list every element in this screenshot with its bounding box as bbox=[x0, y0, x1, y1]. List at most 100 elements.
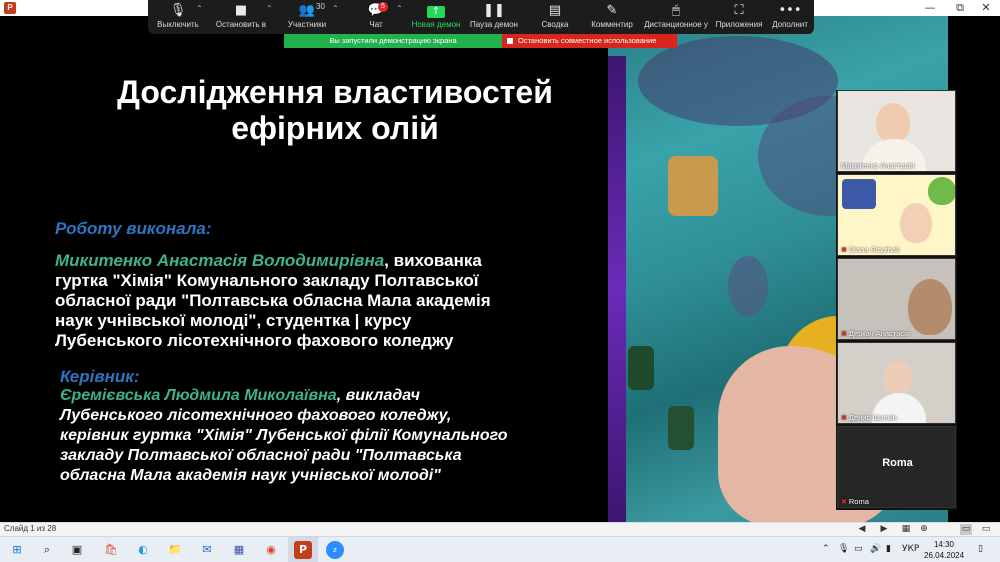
search-icon[interactable]: ⌕ bbox=[38, 541, 56, 559]
zoom-taskbar-icon[interactable]: z bbox=[326, 541, 344, 559]
normal-view-icon[interactable]: ▭ bbox=[960, 524, 972, 535]
supervisor-text: закладу Полтавської обласної ради "Полта… bbox=[60, 447, 462, 464]
battery-icon[interactable]: ▮ bbox=[886, 544, 891, 554]
minimize-button[interactable]: — bbox=[916, 0, 944, 16]
participants-button[interactable]: 👥 Участники 30 ⌃ bbox=[280, 2, 339, 34]
participants-gallery: Микитенко Анастасія ✖ Diana Stryzhak ✖ Дер… bbox=[836, 90, 957, 510]
notifications-icon[interactable]: ▯ bbox=[978, 544, 983, 554]
stop-share-button[interactable]: Остановить совместное использование bbox=[502, 34, 677, 48]
start-windows-icon[interactable]: ⊞ bbox=[8, 541, 26, 559]
author-text: , вихованка bbox=[384, 251, 482, 270]
participant-tile[interactable]: Микитенко Анастасія bbox=[837, 90, 956, 172]
clock-time: 14:30 bbox=[933, 540, 955, 549]
participant-video bbox=[908, 279, 952, 335]
chevron-down-icon[interactable]: ⌃ bbox=[266, 4, 273, 13]
chevron-down-icon[interactable]: ⌃ bbox=[396, 4, 403, 13]
pause-icon: ❚❚ bbox=[483, 3, 505, 18]
participant-tile[interactable]: ✖ Diana Stryzhak bbox=[837, 174, 956, 256]
powerpoint-status-bar: Слайд 1 из 28 ◀ ▶ ▦ ⊕ ▭ ▭ bbox=[0, 522, 1000, 536]
stop-video-button[interactable]: ■ Остановить в ⌃ bbox=[208, 2, 274, 34]
participant-name: ✖ Денис Шилкін bbox=[841, 413, 897, 422]
muted-mic-icon: ✖ bbox=[841, 247, 847, 254]
small-bottle-image bbox=[668, 406, 694, 450]
zoom-icon[interactable]: ⊕ bbox=[918, 524, 930, 535]
summary-label: Сводка bbox=[541, 20, 569, 29]
participant-display-name: Roma bbox=[882, 457, 913, 469]
oil-bottle-image bbox=[668, 156, 718, 216]
muted-mic-icon: ✖ bbox=[841, 331, 847, 338]
participants-label: Участники bbox=[287, 20, 327, 29]
microphone-tray-icon[interactable]: 🎙 bbox=[838, 544, 849, 554]
stop-icon bbox=[507, 38, 513, 44]
mail-icon[interactable]: ✉ bbox=[198, 541, 216, 559]
more-button[interactable]: ••• Дополнит bbox=[768, 2, 812, 34]
previous-slide-icon[interactable]: ◀ bbox=[856, 524, 868, 535]
participants-icon: 👥 bbox=[298, 3, 316, 18]
chevron-up-icon[interactable]: ⌃ bbox=[822, 544, 830, 554]
participants-count: 30 bbox=[316, 2, 325, 11]
author-text: гуртка "Хімія" Комунального закладу Полт… bbox=[55, 271, 479, 290]
powerpoint-app-icon: P bbox=[4, 2, 16, 14]
chat-icon: 💬 bbox=[367, 3, 385, 18]
volume-icon[interactable]: 🔊 bbox=[870, 544, 881, 554]
background-logo-image bbox=[928, 177, 955, 205]
restore-button[interactable]: ⧉ bbox=[946, 0, 974, 16]
participant-tile[interactable]: ✖ Деркач Анастасія bbox=[837, 258, 956, 340]
media-player-icon[interactable]: ▦ bbox=[230, 541, 248, 559]
task-view-icon[interactable]: ▣ bbox=[68, 541, 86, 559]
muted-mic-icon: ✖ bbox=[841, 415, 847, 422]
network-icon[interactable]: ▭ bbox=[854, 544, 863, 554]
chevron-down-icon[interactable]: ⌃ bbox=[332, 4, 339, 13]
system-clock[interactable]: 14:30 26.04.2024 bbox=[924, 539, 964, 561]
supervisor-text: , викладач bbox=[336, 387, 420, 404]
participant-name: ✖ Diana Stryzhak bbox=[841, 245, 900, 254]
apps-label: Приложения bbox=[715, 20, 763, 29]
author-text: обласної ради "Полтавська обласна Мала а… bbox=[55, 291, 491, 310]
supervisor-block: Єремієвська Людмила Миколаївна, викладач… bbox=[60, 386, 620, 486]
participant-video bbox=[900, 203, 932, 243]
supervisor-text: обласна Мала академія наук учнівської мо… bbox=[60, 467, 441, 484]
more-label: Дополнит bbox=[772, 20, 808, 29]
share-screen-icon: ↑ bbox=[427, 6, 445, 18]
file-explorer-icon[interactable]: 📁 bbox=[166, 541, 184, 559]
mute-button[interactable]: 🎙 Выключить ⌃ bbox=[152, 2, 204, 34]
remote-control-button[interactable]: 🖱 Дистанционное у bbox=[642, 2, 710, 34]
participant-video bbox=[884, 361, 912, 395]
chat-button[interactable]: 💬 Чат 5 ⌃ bbox=[358, 2, 403, 34]
summary-button[interactable]: ▤ Сводка bbox=[528, 2, 582, 34]
close-button[interactable]: ✕ bbox=[972, 0, 1000, 16]
new-share-button[interactable]: ↑ Новая демон bbox=[410, 2, 462, 34]
stop-share-label: Остановить совместное использование bbox=[518, 36, 657, 45]
participant-tile[interactable]: Roma ✖ Roma bbox=[837, 426, 956, 508]
slideshow-menu-icon[interactable]: ▦ bbox=[900, 524, 912, 535]
video-camera-icon: ■ bbox=[234, 3, 248, 18]
chrome-browser-icon[interactable]: ◉ bbox=[262, 541, 280, 559]
powerpoint-taskbar-icon[interactable]: P bbox=[294, 541, 312, 559]
pause-share-button[interactable]: ❚❚ Пауза демон bbox=[466, 2, 522, 34]
store-icon[interactable]: 🛍 bbox=[102, 541, 120, 559]
new-share-label: Новая демон bbox=[411, 20, 461, 29]
annotate-button[interactable]: ✎ Комментир bbox=[586, 2, 638, 34]
participant-name: ✖ Деркач Анастасія bbox=[841, 329, 910, 338]
supervisor-text: керівник гуртка "Хімія" Лубенської філії… bbox=[60, 427, 508, 444]
chevron-down-icon[interactable]: ⌃ bbox=[196, 4, 203, 13]
muted-mic-icon: ✖ bbox=[841, 499, 847, 506]
apps-icon: ⛶ bbox=[734, 3, 744, 18]
performed-by-heading: Роботу виконала: bbox=[55, 219, 212, 238]
participant-name: ✖ Roma bbox=[841, 497, 869, 506]
chat-badge: 5 bbox=[378, 2, 388, 12]
supervisor-heading: Керівник: bbox=[60, 367, 140, 386]
summary-icon: ▤ bbox=[548, 3, 562, 18]
windows-taskbar: ⊞ ⌕ ▣ 🛍 ◐ 📁 ✉ ▦ ◉ P z ⌃ 🎙 ▭ 🔊 ▮ УКР 14:3… bbox=[0, 536, 1000, 562]
keyboard-language[interactable]: УКР bbox=[902, 544, 919, 554]
participant-name: Микитенко Анастасія bbox=[841, 161, 915, 170]
remote-control-label: Дистанционное у bbox=[644, 20, 708, 29]
apps-button[interactable]: ⛶ Приложения bbox=[714, 2, 764, 34]
reading-view-icon[interactable]: ▭ bbox=[980, 524, 992, 535]
pencil-icon: ✎ bbox=[606, 3, 618, 18]
edge-browser-icon[interactable]: ◐ bbox=[134, 541, 152, 559]
background-logo-image bbox=[842, 179, 876, 209]
participant-tile[interactable]: ✖ Денис Шилкін bbox=[837, 342, 956, 424]
next-slide-icon[interactable]: ▶ bbox=[878, 524, 890, 535]
chat-label: Чат bbox=[369, 20, 383, 29]
